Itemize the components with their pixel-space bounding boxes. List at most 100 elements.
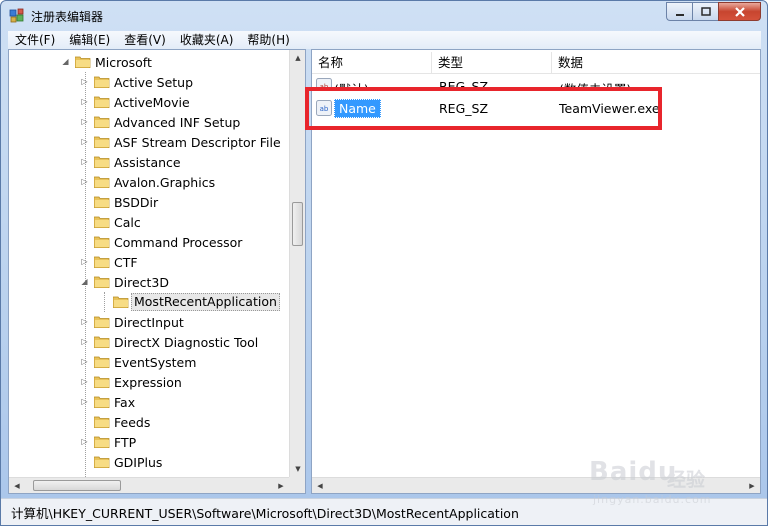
scroll-left-icon[interactable]: ◀ (9, 478, 25, 493)
collapse-icon[interactable]: ◢ (80, 277, 89, 286)
folder-icon (94, 256, 110, 268)
expand-icon[interactable]: ▷ (80, 397, 89, 406)
tree-item-expression[interactable]: ▷ Expression (9, 372, 291, 392)
menu-favorites[interactable]: 收藏夹(A) (173, 31, 241, 49)
scrollbar-corner (289, 477, 305, 493)
folder-icon (94, 316, 110, 328)
registry-editor-window: 注册表编辑器 文件(F) 编辑(E) 查看(V) 收藏夹(A) 帮助(H) ◢ (0, 0, 768, 526)
tree-item-directx-diagnostic-tool[interactable]: ▷ DirectX Diagnostic Tool (9, 332, 291, 352)
status-path: 计算机\HKEY_CURRENT_USER\Software\Microsoft… (11, 506, 519, 521)
folder-open-icon (94, 276, 110, 288)
tree-item-ftp[interactable]: ▷ FTP (9, 432, 291, 452)
folder-icon (94, 356, 110, 368)
expand-icon[interactable]: ▷ (80, 317, 89, 326)
tree-item-label: Expression (114, 375, 182, 390)
baidu-watermark: Baidu 经验 jingyan.baidu.com (589, 457, 731, 517)
watermark-jingyan: 经验 (667, 469, 706, 491)
title-bar[interactable]: 注册表编辑器 (1, 1, 767, 31)
tree-item-activemovie[interactable]: ▷ ActiveMovie (9, 92, 291, 112)
tree-item-label: Direct3D (114, 275, 170, 290)
scroll-right-icon[interactable]: ▶ (273, 478, 289, 493)
scroll-thumb[interactable] (292, 202, 303, 246)
collapse-icon[interactable]: ◢ (61, 57, 70, 66)
key-tree-pane[interactable]: ◢ Microsoft ▷ Active Setup ▷ ActiveMovie… (8, 49, 306, 494)
tree-item-label: DirectX Diagnostic Tool (114, 335, 259, 350)
tree-vertical-scrollbar[interactable]: ▲ ▼ (289, 50, 305, 477)
tree-item-eventsystem[interactable]: ▷ EventSystem (9, 352, 291, 372)
folder-icon (94, 156, 110, 168)
annotation-highlight-box (305, 87, 662, 130)
column-header-data[interactable]: 数据 (552, 52, 760, 74)
tree-item-avalon-graphics[interactable]: ▷ Avalon.Graphics (9, 172, 291, 192)
tree-item-label: Active Setup (114, 75, 194, 90)
expand-icon[interactable]: ▷ (80, 357, 89, 366)
tree-item-ctf[interactable]: ▷ CTF (9, 252, 291, 272)
menu-bar: 文件(F) 编辑(E) 查看(V) 收藏夹(A) 帮助(H) (8, 31, 761, 49)
maximize-button[interactable] (692, 2, 718, 21)
tree-item-label: ASF Stream Descriptor File (114, 135, 281, 150)
expand-icon[interactable]: ▷ (80, 117, 89, 126)
menu-help[interactable]: 帮助(H) (240, 31, 296, 49)
folder-icon (94, 116, 110, 128)
tree-item-label: Calc (114, 215, 141, 230)
expand-icon[interactable]: ▷ (80, 77, 89, 86)
tree-item-asf-stream-descriptor-file[interactable]: ▷ ASF Stream Descriptor File (9, 132, 291, 152)
folder-icon (94, 376, 110, 388)
column-header-name[interactable]: 名称 (312, 52, 432, 74)
watermark-url: jingyan.baidu.com (593, 493, 712, 506)
window-title: 注册表编辑器 (31, 10, 104, 24)
tree-item-directinput[interactable]: ▷ DirectInput (9, 312, 291, 332)
tree-item-bsddir[interactable]: BSDDir (9, 192, 291, 212)
tree-item-active-setup[interactable]: ▷ Active Setup (9, 72, 291, 92)
tree-item-label: DirectInput (114, 315, 184, 330)
tree-item-command-processor[interactable]: Command Processor (9, 232, 291, 252)
window-controls (666, 2, 761, 22)
folder-icon (94, 196, 110, 208)
tree-horizontal-scrollbar[interactable]: ◀ ▶ (9, 477, 289, 493)
minimize-icon (675, 13, 684, 16)
folder-icon (94, 96, 110, 108)
menu-view[interactable]: 查看(V) (117, 31, 173, 49)
close-button[interactable] (718, 2, 761, 21)
scroll-thumb[interactable] (33, 480, 121, 491)
tree-item-direct3d[interactable]: ◢ Direct3D (9, 272, 291, 292)
key-tree: ◢ Microsoft ▷ Active Setup ▷ ActiveMovie… (9, 52, 291, 477)
menu-edit[interactable]: 编辑(E) (62, 31, 117, 49)
tree-item-label: Command Processor (114, 235, 243, 250)
tree-item-feeds[interactable]: Feeds (9, 412, 291, 432)
folder-icon (94, 336, 110, 348)
scroll-right-icon[interactable]: ▶ (744, 478, 760, 493)
expand-icon[interactable]: ▷ (80, 377, 89, 386)
tree-item-assistance[interactable]: ▷ Assistance (9, 152, 291, 172)
folder-icon (94, 136, 110, 148)
expand-icon[interactable]: ▷ (80, 137, 89, 146)
folder-icon (94, 436, 110, 448)
minimize-button[interactable] (666, 2, 692, 21)
expand-icon[interactable]: ▷ (80, 337, 89, 346)
tree-item-mostrecentapplication[interactable]: MostRecentApplication (9, 292, 291, 312)
expand-icon[interactable]: ▷ (80, 157, 89, 166)
menu-file[interactable]: 文件(F) (8, 31, 62, 49)
expand-icon[interactable]: ▷ (80, 437, 89, 446)
tree-item-microsoft[interactable]: ◢ Microsoft (9, 52, 291, 72)
expand-icon[interactable]: ▷ (80, 97, 89, 106)
tree-item-calc[interactable]: Calc (9, 212, 291, 232)
list-header: 名称 类型 数据 (312, 52, 760, 74)
folder-icon (94, 76, 110, 88)
tree-item-label: FTP (114, 435, 137, 450)
tree-item-label: Fax (114, 395, 136, 410)
expand-icon[interactable]: ▷ (80, 257, 89, 266)
column-header-type[interactable]: 类型 (432, 52, 552, 74)
folder-icon (94, 176, 110, 188)
folder-icon (94, 216, 110, 228)
tree-item-gdiplus[interactable]: GDIPlus (9, 452, 291, 472)
tree-item-advanced-inf-setup[interactable]: ▷ Advanced INF Setup (9, 112, 291, 132)
tree-item-label: Advanced INF Setup (114, 115, 241, 130)
scroll-down-icon[interactable]: ▼ (290, 461, 305, 477)
maximize-icon (700, 6, 711, 16)
tree-item-fax[interactable]: ▷ Fax (9, 392, 291, 412)
scroll-up-icon[interactable]: ▲ (290, 50, 305, 66)
expand-icon[interactable]: ▷ (80, 177, 89, 186)
scroll-left-icon[interactable]: ◀ (312, 478, 328, 493)
tree-item-label: Microsoft (95, 55, 152, 70)
